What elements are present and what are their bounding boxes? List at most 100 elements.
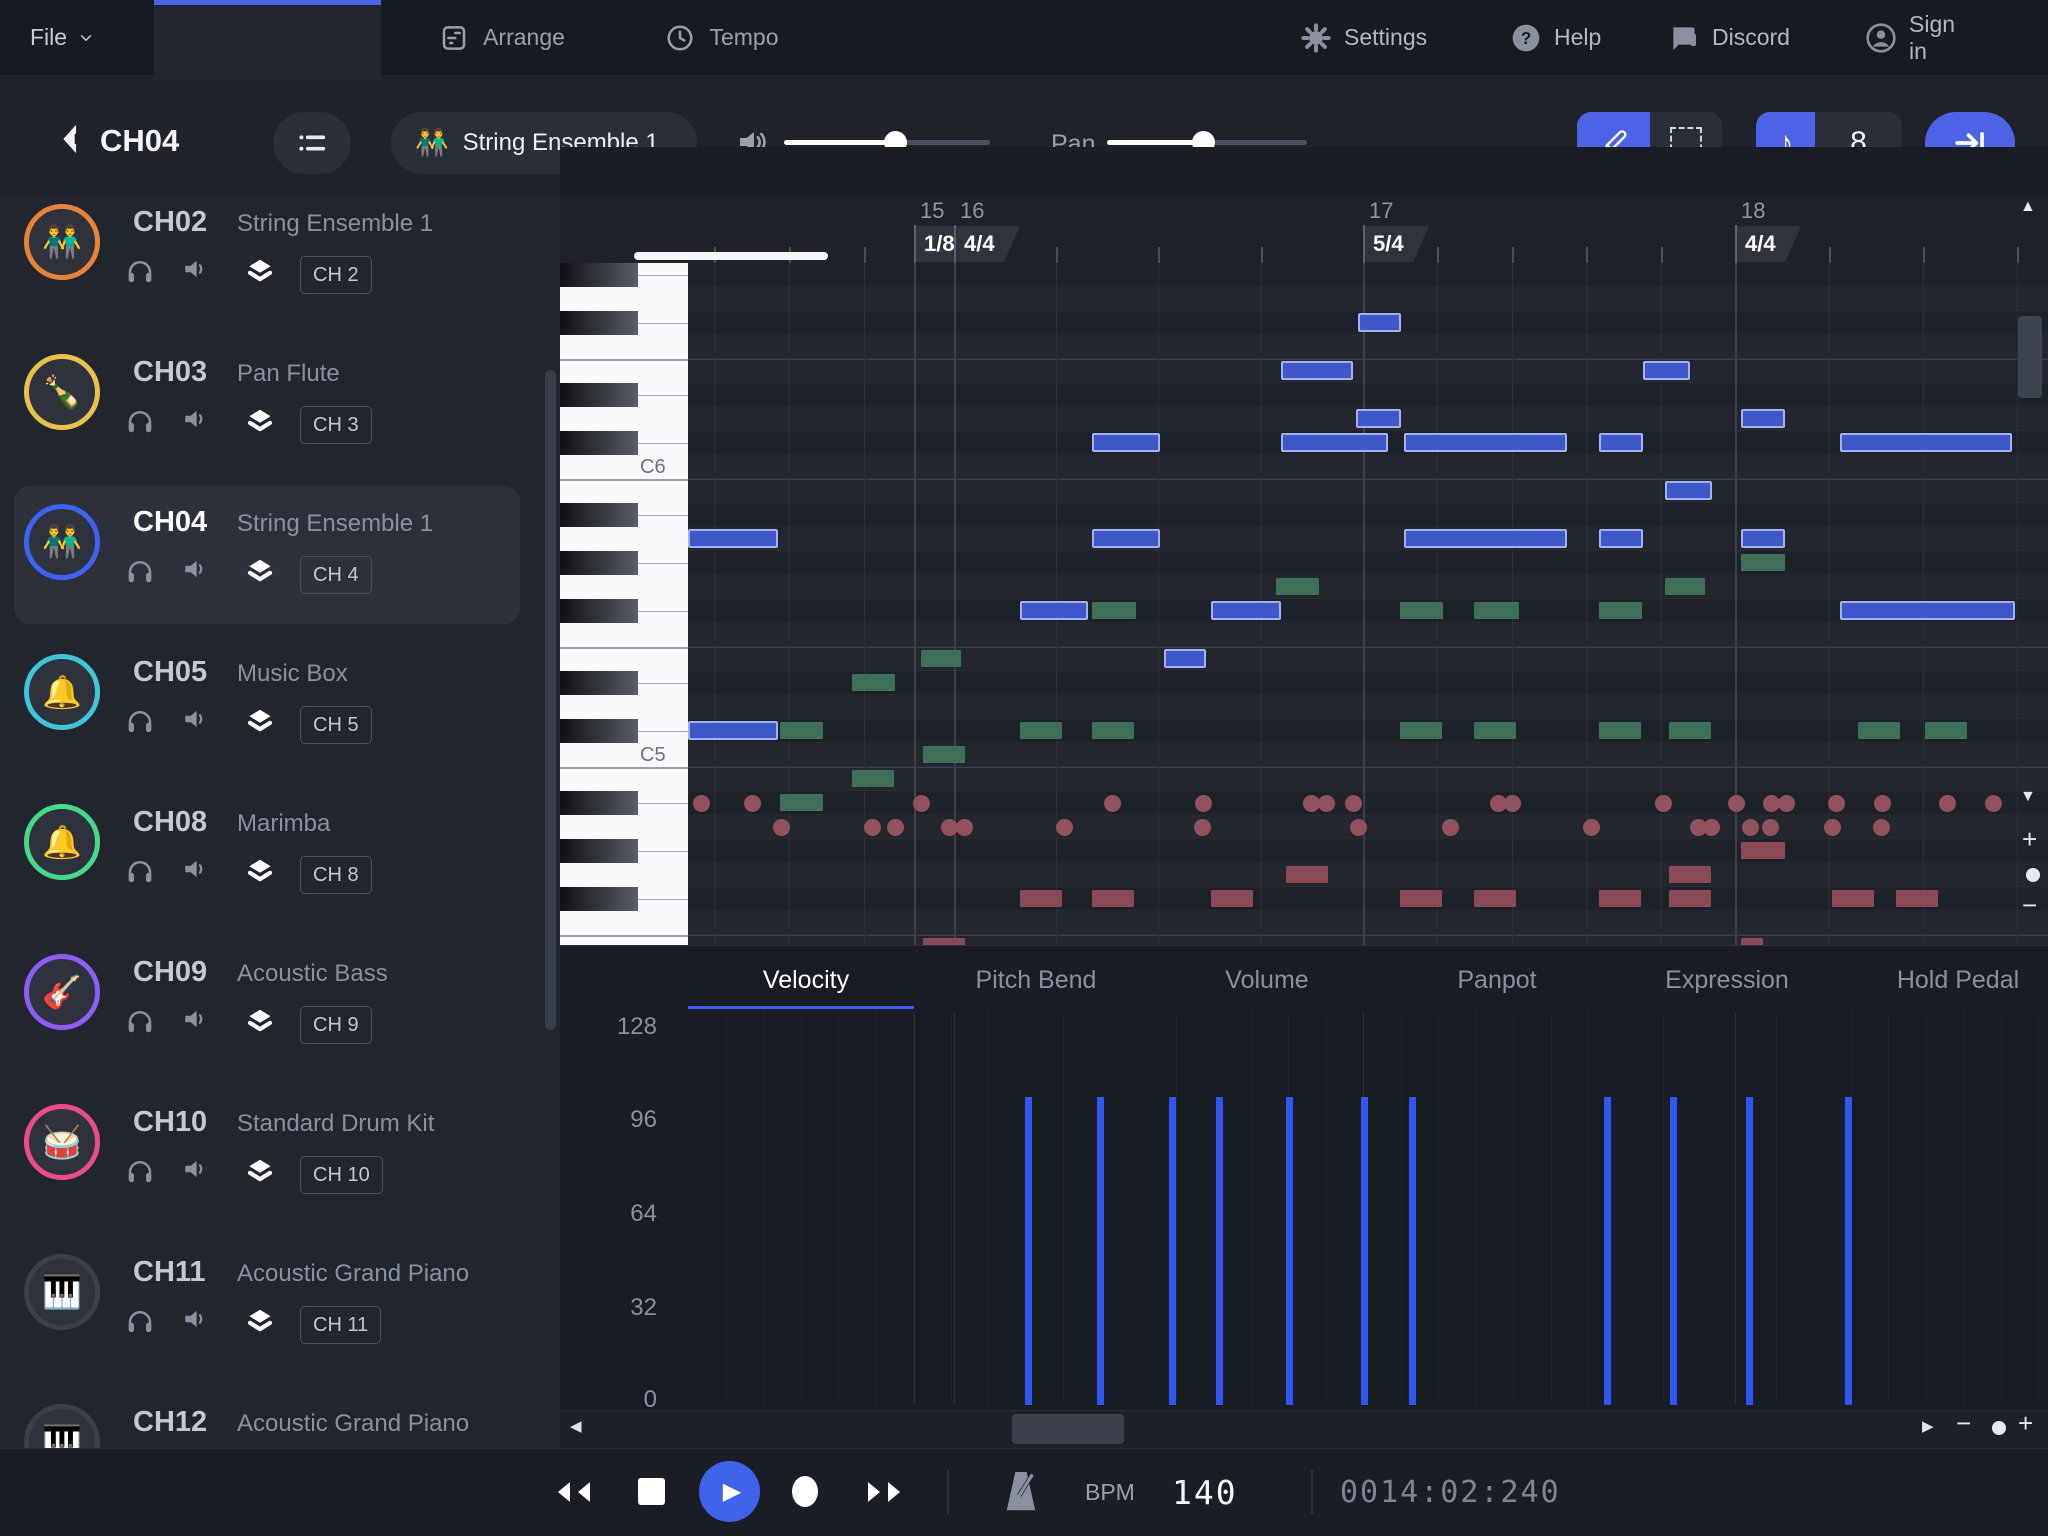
zoom-out-vertical-icon[interactable]: − [2022, 890, 2037, 921]
velocity-bar[interactable] [1361, 1097, 1368, 1405]
midi-note-selected[interactable] [1281, 361, 1353, 380]
midi-note-selected[interactable] [1599, 529, 1643, 548]
velocity-bar[interactable] [1670, 1097, 1677, 1405]
tab-expression[interactable]: Expression [1617, 958, 1837, 1002]
zoom-out-horizontal-icon[interactable]: − [1956, 1408, 1971, 1439]
midi-note-selected[interactable] [1020, 601, 1088, 620]
channel-avatar[interactable]: 👬 [24, 204, 100, 280]
black-key[interactable] [560, 719, 638, 743]
ruler-scroll-indicator[interactable] [634, 252, 828, 260]
channel-avatar[interactable]: 🔔 [24, 804, 100, 880]
midi-note-selected[interactable] [1741, 409, 1785, 428]
channel-row-ch08[interactable]: 🔔CH08MarimbaCH 8 [0, 784, 545, 934]
midi-note-selected[interactable] [1643, 361, 1690, 380]
channel-row-ch04[interactable]: 👬CH04String Ensemble 1CH 4 [0, 484, 545, 634]
midi-note-selected[interactable] [1356, 409, 1401, 428]
black-key[interactable] [560, 839, 638, 863]
channel-row-ch11[interactable]: 🎹CH11Acoustic Grand PianoCH 11 [0, 1234, 545, 1384]
midi-note-selected[interactable] [1092, 529, 1160, 548]
tab-panpot[interactable]: Panpot [1387, 958, 1607, 1002]
velocity-bar[interactable] [1845, 1097, 1852, 1405]
headphones-icon[interactable] [125, 1006, 155, 1036]
discord-button[interactable]: Discord [1668, 0, 1790, 75]
note-grid[interactable] [688, 263, 2048, 945]
midi-note-selected[interactable] [1404, 529, 1567, 548]
black-key[interactable] [560, 671, 638, 695]
black-key[interactable] [560, 383, 638, 407]
midi-note-selected[interactable] [1665, 481, 1712, 500]
speaker-icon[interactable] [182, 856, 208, 882]
scroll-right-icon[interactable]: ▶ [1922, 1417, 1934, 1435]
channel-avatar[interactable]: 🍾 [24, 354, 100, 430]
midi-note-selected[interactable] [688, 721, 778, 740]
speaker-icon[interactable] [182, 256, 208, 282]
midi-note-selected[interactable] [1840, 601, 2015, 620]
headphones-icon[interactable] [125, 1156, 155, 1186]
headphones-icon[interactable] [125, 856, 155, 886]
black-key[interactable] [560, 263, 638, 287]
midi-note-selected[interactable] [1599, 433, 1643, 452]
channel-list-button[interactable] [273, 112, 351, 174]
channel-avatar[interactable]: 🎹 [24, 1254, 100, 1330]
tab-volume[interactable]: Volume [1157, 958, 1377, 1002]
black-key[interactable] [560, 551, 638, 575]
velocity-bar[interactable] [1604, 1097, 1611, 1405]
channel-avatar[interactable]: 🎸 [24, 954, 100, 1030]
layers-icon[interactable] [245, 706, 275, 736]
headphones-icon[interactable] [125, 1306, 155, 1336]
speaker-icon[interactable] [182, 1006, 208, 1032]
zoom-in-vertical-icon[interactable]: + [2022, 824, 2037, 855]
channel-avatar[interactable]: 🔔 [24, 654, 100, 730]
vertical-scrollbar-thumb[interactable] [2018, 316, 2042, 398]
speaker-icon[interactable] [182, 706, 208, 732]
metronome-icon[interactable] [1000, 1468, 1042, 1516]
channel-row-ch10[interactable]: 🥁CH10Standard Drum KitCH 10 [0, 1084, 545, 1234]
black-key[interactable] [560, 887, 638, 911]
settings-button[interactable]: Settings [1300, 0, 1427, 75]
midi-note-selected[interactable] [1840, 433, 2012, 452]
channel-row-ch02[interactable]: 👬CH02String Ensemble 1CH 2 [0, 184, 545, 334]
velocity-bar[interactable] [1746, 1097, 1753, 1405]
midi-note-selected[interactable] [1741, 529, 1785, 548]
midi-note-selected[interactable] [1211, 601, 1281, 620]
midi-note-selected[interactable] [1092, 433, 1160, 452]
midi-note-selected[interactable] [1358, 313, 1401, 332]
midi-note-selected[interactable] [1404, 433, 1567, 452]
record-icon[interactable] [792, 1476, 818, 1507]
midi-note-selected[interactable] [1281, 433, 1388, 452]
scroll-down-icon[interactable]: ▼ [2020, 788, 2036, 806]
tab-tempo[interactable]: Tempo [623, 0, 821, 75]
sidebar-scrollbar[interactable] [545, 370, 556, 1030]
channel-avatar[interactable]: 🥁 [24, 1104, 100, 1180]
velocity-bar[interactable] [1097, 1097, 1104, 1405]
layers-icon[interactable] [245, 256, 275, 286]
scroll-left-icon[interactable]: ◀ [570, 1417, 582, 1435]
midi-note-selected[interactable] [688, 529, 778, 548]
help-button[interactable]: ?Help [1510, 0, 1601, 75]
velocity-bar[interactable] [1216, 1097, 1223, 1405]
speaker-icon[interactable] [182, 1156, 208, 1182]
headphones-icon[interactable] [125, 256, 155, 286]
speaker-icon[interactable] [182, 556, 208, 582]
black-key[interactable] [560, 431, 638, 455]
black-key[interactable] [560, 599, 638, 623]
velocity-bar[interactable] [1169, 1097, 1176, 1405]
scroll-up-icon[interactable]: ▲ [2020, 198, 2036, 216]
tab-hold-pedal[interactable]: Hold Pedal [1848, 958, 2048, 1002]
layers-icon[interactable] [245, 1306, 275, 1336]
layers-icon[interactable] [245, 856, 275, 886]
speaker-icon[interactable] [182, 406, 208, 432]
tab-pitch-bend[interactable]: Pitch Bend [926, 958, 1146, 1002]
channel-row-ch05[interactable]: 🔔CH05Music BoxCH 5 [0, 634, 545, 784]
play-button[interactable]: ▶ [699, 1461, 760, 1522]
headphones-icon[interactable] [125, 406, 155, 436]
zoom-reset-vertical-icon[interactable] [2026, 868, 2040, 882]
black-key[interactable] [560, 791, 638, 815]
zoom-reset-horizontal-icon[interactable] [1992, 1421, 2006, 1435]
tab-velocity[interactable]: Velocity [696, 958, 916, 1002]
sign-in-button[interactable]: Sign in [1865, 0, 1955, 75]
channel-row-ch09[interactable]: 🎸CH09Acoustic BassCH 9 [0, 934, 545, 1084]
layers-icon[interactable] [245, 1156, 275, 1186]
stop-icon[interactable] [638, 1478, 665, 1505]
rewind-icon[interactable] [550, 1477, 596, 1507]
